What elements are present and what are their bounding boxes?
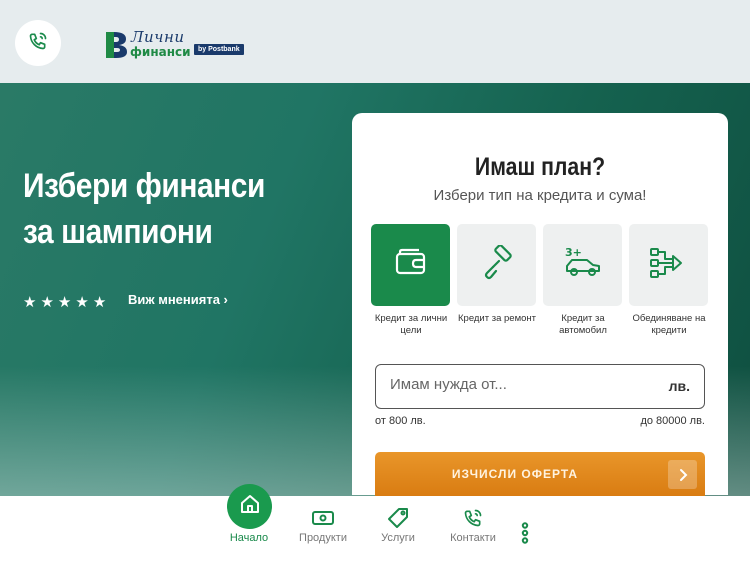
logo-badge: by Postbank xyxy=(194,44,244,55)
cash-icon xyxy=(308,506,338,530)
phone-icon xyxy=(28,31,48,56)
call-button[interactable] xyxy=(15,20,61,66)
top-header: Лични финанси by Postbank xyxy=(0,0,750,83)
bottom-navigation: Начало Продукти Услуги Контакти xyxy=(0,496,750,563)
loan-calculator-card: Имаш план? Избери тип на кредита и сума!… xyxy=(352,113,728,495)
loan-type-consolidation[interactable] xyxy=(629,224,708,306)
calculate-offer-label: ИЗЧИСЛИ ОФЕРТА xyxy=(451,467,579,481)
nav-contacts[interactable]: Контакти xyxy=(433,496,513,563)
star-icon: ★ xyxy=(40,293,54,311)
brand-logo[interactable]: Лични финанси by Postbank xyxy=(104,28,249,62)
wallet-icon xyxy=(393,245,429,286)
nav-products-label: Продукти xyxy=(299,532,347,544)
reviews-link[interactable]: Виж мненията › xyxy=(128,292,228,307)
loan-type-label: Кредит за ремонт xyxy=(458,313,536,324)
amount-min-label: от 800 лв. xyxy=(375,415,426,427)
loan-type-label: Обединяване на кредити xyxy=(632,313,706,336)
nav-services[interactable]: Услуги xyxy=(358,496,438,563)
phone-icon xyxy=(458,506,488,530)
chevron-right-icon xyxy=(668,460,697,489)
logo-line2: финанси xyxy=(130,45,191,59)
star-icon: ★ xyxy=(23,293,37,311)
tag-icon xyxy=(383,506,413,530)
loan-type-car[interactable]: 3+ xyxy=(543,224,622,306)
nav-products[interactable]: Продукти xyxy=(283,496,363,563)
loan-type-label: Кредит за лични цели xyxy=(374,313,448,336)
svg-text:3+: 3+ xyxy=(565,246,582,259)
amount-input[interactable] xyxy=(390,376,650,393)
loan-type-personal[interactable] xyxy=(371,224,450,306)
star-icon: ★ xyxy=(75,293,89,311)
card-title: Имаш план? xyxy=(474,153,606,181)
amount-max-label: до 80000 лв. xyxy=(640,415,705,427)
loan-type-label: Кредит за автомобил xyxy=(559,313,607,336)
car-icon: 3+ xyxy=(563,245,603,286)
merge-icon xyxy=(649,245,689,286)
home-icon xyxy=(239,493,261,520)
loan-type-renovation[interactable] xyxy=(457,224,536,306)
home-button[interactable] xyxy=(227,484,272,529)
hero-title: Избери финанси за шампиони xyxy=(23,167,265,251)
nav-services-label: Услуги xyxy=(381,532,415,544)
amount-field[interactable]: лв. xyxy=(375,364,705,409)
calculate-offer-button[interactable]: ИЗЧИСЛИ ОФЕРТА xyxy=(375,452,705,496)
nav-contacts-label: Контакти xyxy=(450,532,496,544)
rating-stars: ★ ★ ★ ★ ★ xyxy=(23,293,106,311)
logo-mark-icon xyxy=(106,32,127,58)
currency-label: лв. xyxy=(668,378,690,394)
star-icon: ★ xyxy=(92,293,107,311)
paint-roller-icon xyxy=(479,243,515,286)
more-vertical-icon[interactable] xyxy=(517,522,533,544)
nav-home-label: Начало xyxy=(229,532,269,544)
logo-line1: Лични xyxy=(131,28,185,46)
card-subtitle: Избери тип на кредита и сума! xyxy=(433,187,647,204)
star-icon: ★ xyxy=(57,293,72,311)
